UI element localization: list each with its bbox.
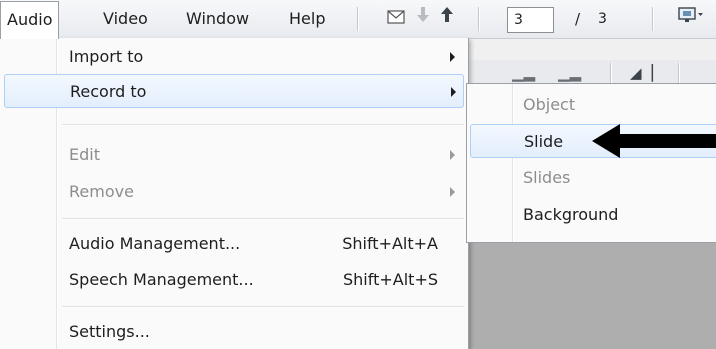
menu-item-edit[interactable]: Edit <box>4 138 464 172</box>
menu-help-label: Help <box>289 9 326 28</box>
page-current: 3 <box>514 12 523 28</box>
layout-icon[interactable]: ▁▂ <box>558 64 581 82</box>
menu-separator <box>62 306 464 308</box>
page-number-input[interactable]: 3 <box>507 7 554 33</box>
arrow-up-icon[interactable] <box>438 6 456 32</box>
menu-video[interactable]: Video <box>103 0 148 38</box>
page-total: 3 <box>598 11 607 27</box>
menu-item-label: Settings... <box>69 322 150 341</box>
menu-separator <box>62 218 464 220</box>
record-to-submenu: Object Slide Slides Background <box>466 83 716 243</box>
page-separator: / <box>575 10 581 28</box>
menu-audio-label: Audio <box>7 10 53 29</box>
menu-item-import-to[interactable]: Import to <box>4 40 464 74</box>
menu-video-label: Video <box>103 9 148 28</box>
submenu-arrow-icon <box>450 150 455 160</box>
menu-help[interactable]: Help <box>289 0 325 38</box>
menu-item-label: Audio Management... <box>69 234 241 253</box>
menu-window-label: Window <box>186 9 250 28</box>
submenu-item-slides[interactable]: Slides <box>470 161 716 195</box>
tool-icon[interactable]: ◢▕ <box>630 64 653 82</box>
submenu-item-object[interactable]: Object <box>470 88 716 122</box>
preview-icon[interactable] <box>676 6 706 32</box>
toolbar-separator <box>478 7 480 31</box>
menu-audio[interactable]: Audio <box>0 1 60 39</box>
menu-item-record-to[interactable]: Record to <box>4 74 464 108</box>
menu-item-settings[interactable]: Settings... <box>4 315 464 349</box>
submenu-item-label: Slide <box>524 132 564 151</box>
annotation-arrow-icon <box>590 122 716 160</box>
toolbar-separator <box>652 7 654 31</box>
menu-item-speech-management[interactable]: Speech Management... Shift+Alt+S <box>4 263 464 297</box>
menu-item-label: Remove <box>69 182 134 201</box>
submenu-arrow-icon <box>450 187 455 197</box>
menu-item-shortcut: Shift+Alt+S <box>343 270 438 289</box>
submenu-item-label: Object <box>523 95 576 114</box>
submenu-item-background[interactable]: Background <box>470 198 716 232</box>
submenu-arrow-icon <box>450 52 455 62</box>
menu-bar: Audio Video Window Help 3 / 3 <box>0 0 716 39</box>
menu-item-label: Speech Management... <box>69 270 254 289</box>
menu-item-label: Record to <box>70 82 147 101</box>
menu-item-remove[interactable]: Remove <box>4 175 464 209</box>
menu-window[interactable]: Window <box>186 0 249 38</box>
layout-icon[interactable]: ▁▂ <box>512 64 535 82</box>
submenu-item-label: Background <box>523 205 619 224</box>
toolbar-separator <box>357 7 359 31</box>
submenu-arrow-icon <box>451 87 456 97</box>
menu-item-audio-management[interactable]: Audio Management... Shift+Alt+A <box>4 227 464 261</box>
audio-menu: Import to Record to Edit Remove Audio Ma… <box>0 38 469 349</box>
mail-icon[interactable] <box>386 6 406 32</box>
menu-separator <box>62 124 464 126</box>
menu-item-shortcut: Shift+Alt+A <box>342 234 438 253</box>
menu-item-label: Edit <box>69 145 100 164</box>
submenu-item-label: Slides <box>523 168 571 187</box>
menu-item-label: Import to <box>69 47 144 66</box>
arrow-down-icon[interactable] <box>414 6 432 32</box>
